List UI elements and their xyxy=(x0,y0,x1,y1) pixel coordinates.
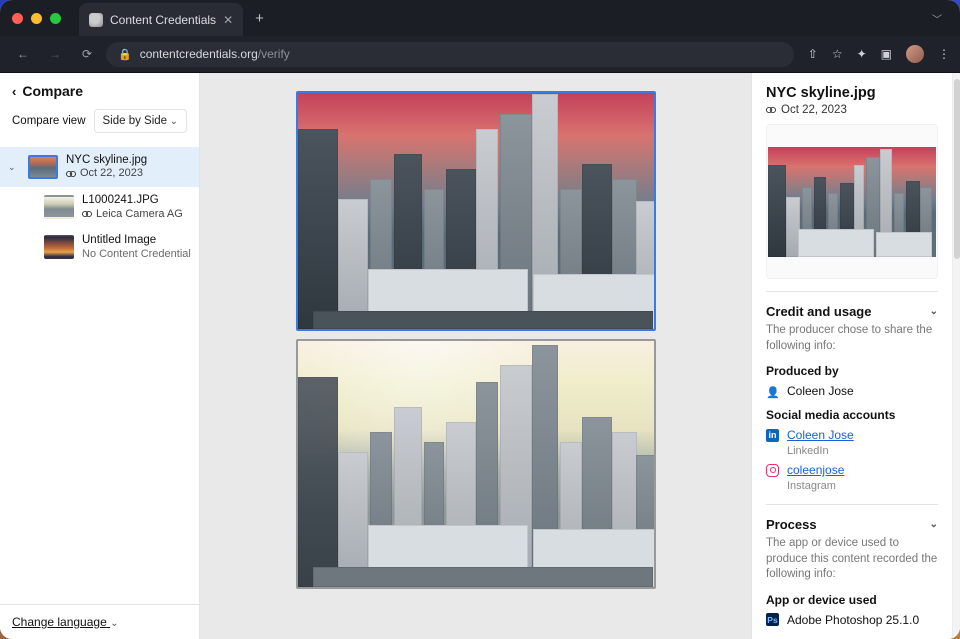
lock-icon: 🔒 xyxy=(118,48,132,61)
asset-name: NYC skyline.jpg xyxy=(66,153,147,167)
asset-name: Untitled Image xyxy=(82,233,191,247)
instagram-row: coleenjose xyxy=(766,463,938,477)
credential-badge-icon xyxy=(82,209,92,219)
linkedin-caption: LinkedIn xyxy=(787,445,938,457)
instagram-icon xyxy=(766,464,779,477)
produced-by-label: Produced by xyxy=(766,364,938,378)
browser-tab[interactable]: Content Credentials ✕ xyxy=(79,3,243,36)
change-language-link[interactable]: Change language xyxy=(12,615,110,629)
asset-sub: Oct 22, 2023 xyxy=(66,167,147,181)
credit-blurb: The producer chose to share the followin… xyxy=(766,323,938,354)
credential-badge-icon xyxy=(66,169,76,179)
credit-section: Credit and usage ⌄ The producer chose to… xyxy=(766,291,938,492)
kebab-menu-icon[interactable]: ⋮ xyxy=(938,47,950,61)
new-tab-button[interactable]: + xyxy=(255,10,264,27)
app-name: Adobe Photoshop 25.1.0 xyxy=(787,613,919,627)
compare-view-select[interactable]: Side by Side ⌄ xyxy=(94,109,188,133)
asset-item-nyc-skyline[interactable]: ⌄ NYC skyline.jpg Oct 22, 2023 xyxy=(0,147,199,187)
browser-window: Content Credentials ✕ + ﹀ ← → ⟳ 🔒 conten… xyxy=(0,0,960,639)
compare-view-control: Compare view Side by Side ⌄ xyxy=(0,109,199,143)
asset-preview xyxy=(766,124,938,279)
sidebar: ‹ Compare Compare view Side by Side ⌄ ⌄ … xyxy=(0,73,200,639)
details-panel[interactable]: NYC skyline.jpg Oct 22, 2023 xyxy=(752,73,952,639)
skyline-illustration xyxy=(298,341,654,587)
instagram-caption: Instagram xyxy=(787,480,938,492)
asset-thumb xyxy=(28,155,58,179)
close-tab-button[interactable]: ✕ xyxy=(223,13,233,27)
asset-list: ⌄ NYC skyline.jpg Oct 22, 2023 L1000241.… xyxy=(0,143,199,604)
reload-button[interactable]: ⟳ xyxy=(74,47,100,61)
process-blurb: The app or device used to produce this c… xyxy=(766,536,938,583)
tab-title: Content Credentials xyxy=(110,13,216,27)
minimize-window-button[interactable] xyxy=(31,13,42,24)
asset-date: Oct 22, 2023 xyxy=(766,104,938,116)
address-bar: ← → ⟳ 🔒 contentcredentials.org/verify ⇧ … xyxy=(0,36,960,72)
extensions-icon[interactable]: ✦ xyxy=(857,47,867,61)
instagram-link[interactable]: coleenjose xyxy=(787,463,844,477)
app-used-label: App or device used xyxy=(766,593,938,607)
credential-badge-icon xyxy=(766,105,776,115)
toolbar-icons: ⇧ ☆ ✦ ▣ ⋮ xyxy=(808,45,950,63)
close-window-button[interactable] xyxy=(12,13,23,24)
producer-name: Coleen Jose xyxy=(787,384,854,398)
scrollbar-thumb[interactable] xyxy=(954,79,960,259)
process-section: Process ⌄ The app or device used to prod… xyxy=(766,504,938,627)
compare-view-value: Side by Side xyxy=(103,115,168,127)
scrollbar[interactable] xyxy=(952,73,960,639)
asset-thumb xyxy=(44,235,74,259)
compare-image-bottom[interactable] xyxy=(296,339,656,589)
process-heading-row[interactable]: Process ⌄ xyxy=(766,517,938,532)
social-accounts-label: Social media accounts xyxy=(766,408,938,422)
linkedin-link[interactable]: Coleen Jose xyxy=(787,428,854,442)
url-display: contentcredentials.org/verify xyxy=(140,47,290,61)
asset-title: NYC skyline.jpg xyxy=(766,85,938,101)
sidebar-footer: Change language ⌄ xyxy=(0,604,199,639)
profile-avatar[interactable] xyxy=(906,45,924,63)
forward-button[interactable]: → xyxy=(42,47,68,61)
asset-item-untitled[interactable]: Untitled Image No Content Credential xyxy=(0,227,199,267)
chevron-down-icon: ⌄ xyxy=(110,618,118,629)
person-icon xyxy=(766,385,779,398)
compare-image-top[interactable] xyxy=(296,91,656,331)
sidebar-header: ‹ Compare xyxy=(0,73,199,109)
tab-overflow-button[interactable]: ﹀ xyxy=(932,11,948,26)
credit-heading-row[interactable]: Credit and usage ⌄ xyxy=(766,304,938,319)
chevron-down-icon: ⌄ xyxy=(170,116,178,127)
linkedin-row: in Coleen Jose xyxy=(766,428,938,442)
linkedin-icon: in xyxy=(766,429,779,442)
tab-favicon-icon xyxy=(89,13,103,27)
process-heading: Process xyxy=(766,517,817,532)
sidebar-title: Compare xyxy=(22,83,83,99)
maximize-window-button[interactable] xyxy=(50,13,61,24)
expand-chevron-icon[interactable]: ⌄ xyxy=(8,162,16,173)
asset-thumb xyxy=(44,195,74,219)
chevron-down-icon: ⌄ xyxy=(930,519,938,530)
asset-sub: Leica Camera AG xyxy=(82,208,183,222)
titlebar: Content Credentials ✕ + ﹀ xyxy=(0,0,960,36)
asset-sub: No Content Credential xyxy=(82,248,191,262)
bookmark-icon[interactable]: ☆ xyxy=(832,47,843,61)
app-row: Ps Adobe Photoshop 25.1.0 xyxy=(766,613,938,627)
share-icon[interactable]: ⇧ xyxy=(808,47,818,61)
back-chevron-icon[interactable]: ‹ xyxy=(12,84,16,99)
back-button[interactable]: ← xyxy=(10,47,36,61)
asset-name: L1000241.JPG xyxy=(82,193,183,207)
panel-toggle-icon[interactable]: ▣ xyxy=(881,47,892,61)
compare-view-label: Compare view xyxy=(12,115,86,127)
producer-row: Coleen Jose xyxy=(766,384,938,398)
skyline-illustration xyxy=(298,93,654,329)
compare-viewer[interactable] xyxy=(200,73,752,639)
credit-heading: Credit and usage xyxy=(766,304,871,319)
asset-item-l1000241[interactable]: L1000241.JPG Leica Camera AG xyxy=(0,187,199,227)
window-controls xyxy=(12,13,61,24)
omnibox[interactable]: 🔒 contentcredentials.org/verify xyxy=(106,42,794,67)
chevron-down-icon: ⌄ xyxy=(930,306,938,317)
photoshop-icon: Ps xyxy=(766,613,779,626)
app-body: ‹ Compare Compare view Side by Side ⌄ ⌄ … xyxy=(0,72,960,639)
